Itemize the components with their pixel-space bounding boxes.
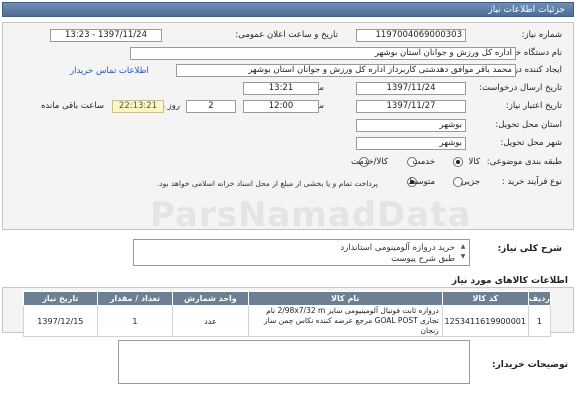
category-radio-goods[interactable] (453, 157, 463, 167)
category-option-goods: کالا (468, 157, 480, 167)
col-name: نام کالا (247, 291, 443, 306)
remaining-time-field: 22:13:21 (112, 100, 164, 113)
scroll-arrows-icon[interactable]: ▲ ▼ (459, 242, 467, 263)
table-row[interactable]: 1 1253411619900001 دروازه ثابت فوتبال آل… (23, 305, 552, 337)
description-box[interactable]: خرید دروازه آلومینومی استاندارد طبق شرح … (133, 239, 470, 266)
category-option-service: خدمت (412, 157, 435, 167)
city-label: شهر محل تحویل: (500, 138, 562, 148)
buyer-notes-label: توضیحات خریدار: (492, 360, 568, 370)
description-line-2: طبق شرح پیوست (391, 254, 455, 264)
city-field[interactable]: بوشهر (356, 137, 466, 150)
header-bar: جزئیات اطلاعات نیاز (2, 2, 574, 17)
goods-table-panel: ردیف کد کالا نام کالا واحد شمارش تعداد /… (2, 287, 574, 337)
buyer-notes-box[interactable] (118, 340, 470, 384)
cell-row: 1 (527, 305, 552, 337)
cell-name: دروازه ثابت فوتبال آلومینیومی سایز 2/98x… (247, 305, 443, 337)
description-label: شرح کلی نیاز: (497, 244, 562, 254)
province-label: استان محل تحویل: (495, 120, 562, 130)
need-number-label: شماره نیاز: (521, 30, 562, 40)
category-option-both: کالا/خدمت (351, 157, 388, 167)
col-code: کد کالا (441, 291, 529, 306)
goods-section-title: اطلاعات کالاهای مورد نیاز (451, 276, 568, 286)
description-line-1: خرید دروازه آلومینومی استاندارد (340, 243, 455, 253)
deadline-time-field[interactable]: 12:00 (243, 100, 319, 113)
deadline-label: تاریخ اعتبار نیاز: (505, 101, 562, 111)
announce-field[interactable]: 1397/11/24 - 13:23 (50, 29, 162, 42)
process-option-minor: جزیی (460, 177, 480, 187)
remaining-label: ساعت باقی مانده (40, 101, 104, 111)
process-label: نوع فرآیند خرید : (501, 177, 562, 187)
col-unit: واحد شمارش (172, 291, 249, 306)
need-details-page: جزئیات اطلاعات نیاز شماره نیاز: 11970040… (0, 0, 576, 407)
page-title: جزئیات اطلاعات نیاز (488, 5, 565, 15)
category-label: طبقه بندی موضوعی: (486, 157, 562, 167)
buyer-org-field[interactable]: اداره کل ورزش و جوانان استان بوشهر (130, 47, 516, 60)
process-note: پرداخت تمام و یا بخشی از مبلغ از محل اسن… (156, 179, 378, 188)
col-date: تاریخ نیاز (23, 291, 98, 306)
cell-unit: عدد (172, 305, 249, 337)
announce-label: تاریخ و ساعت اعلان عمومی: (235, 30, 338, 40)
province-field[interactable]: بوشهر (356, 119, 466, 132)
send-date-field[interactable]: 1397/11/24 (356, 82, 466, 95)
deadline-date-field[interactable]: 1397/11/27 (356, 100, 466, 113)
cell-code: 1253411619900001 (441, 305, 529, 337)
goods-table: ردیف کد کالا نام کالا واحد شمارش تعداد /… (23, 291, 552, 337)
process-option-medium: متوسط (408, 177, 435, 187)
requester-field[interactable]: محمد باقر موافق دهدشتی کاربرداز اداره کل… (176, 64, 516, 77)
days-field[interactable]: 2 (186, 100, 236, 113)
cell-qty: 1 (96, 305, 174, 337)
send-time-field[interactable]: 13:21 (243, 82, 319, 95)
cell-date: 1397/12/15 (23, 305, 98, 337)
buyer-contact-link[interactable]: اطلاعات تماس خریدار (70, 66, 149, 76)
col-row: ردیف (527, 291, 552, 306)
col-qty: تعداد / مقدار (96, 291, 174, 306)
send-date-label: تاریخ ارسال درخواست: (479, 83, 562, 93)
need-number-field[interactable]: 1197004069000303 (356, 29, 466, 42)
